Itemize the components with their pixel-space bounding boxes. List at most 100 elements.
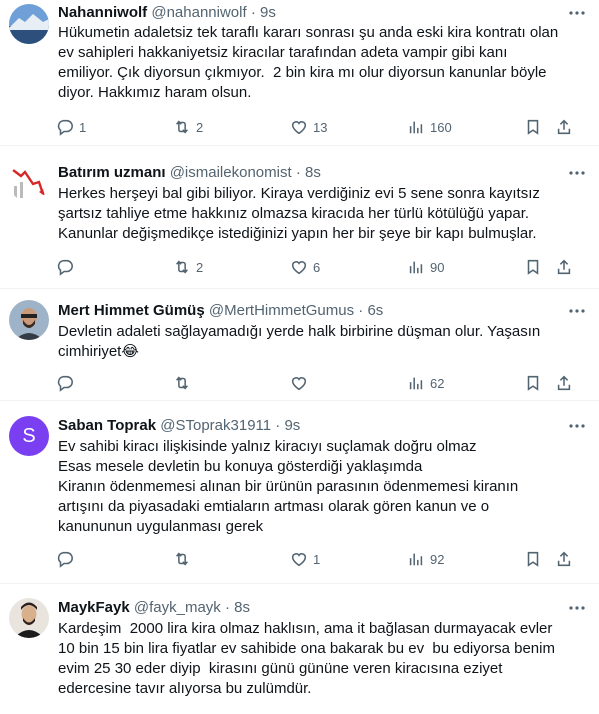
timestamp[interactable]: 9s	[260, 4, 276, 21]
views-icon	[409, 553, 423, 566]
avatar[interactable]	[9, 162, 49, 202]
bookmark-button[interactable]	[524, 257, 542, 277]
author-handle[interactable]: @ismailekonomist	[170, 164, 292, 181]
reply-icon	[57, 119, 73, 136]
tweet[interactable]: Mert Himmet Gümüş @MertHimmetGumus · 6s …	[0, 289, 599, 401]
share-button[interactable]	[555, 549, 573, 569]
views-count: 62	[430, 375, 445, 391]
share-icon	[557, 259, 571, 275]
tweet-text: Hükumetin adaletsiz tek taraflı kararı s…	[58, 24, 559, 101]
bookmark-icon	[527, 551, 539, 567]
tweet-text: Ev sahibi kiracı ilişkisinde yalnız kira…	[58, 438, 519, 535]
retweet-button[interactable]	[173, 373, 196, 393]
retweet-icon	[176, 120, 188, 134]
more-icon[interactable]	[567, 301, 587, 321]
author-name[interactable]: Mert Himmet Gümüş	[58, 302, 205, 319]
share-button[interactable]	[555, 257, 573, 277]
timestamp[interactable]: 8s	[305, 164, 321, 181]
separator-dot: ·	[224, 599, 230, 616]
timeline-feed: Nahanniwolf @nahanniwolf · 9s Hükumetin …	[0, 0, 599, 714]
reply-button[interactable]	[56, 257, 79, 277]
action-bar: 1 92	[50, 549, 585, 569]
retweet-count: 2	[196, 119, 204, 135]
like-count: 13	[313, 119, 328, 135]
like-button[interactable]	[290, 373, 313, 393]
author-name[interactable]: Batırım uzmanı	[58, 164, 166, 181]
share-icon	[557, 375, 571, 391]
retweet-icon	[176, 260, 188, 274]
views-count: 92	[430, 551, 445, 567]
bookmark-icon	[527, 119, 539, 135]
tweet[interactable]: S Saban Toprak @SToprak31911 · 9s Ev sah…	[0, 401, 599, 584]
bookmark-icon	[527, 259, 539, 275]
retweet-icon	[176, 376, 188, 390]
views-icon	[409, 261, 423, 274]
views-button[interactable]: 62	[407, 373, 444, 393]
reply-button[interactable]	[56, 373, 79, 393]
avatar[interactable]	[9, 4, 49, 44]
separator-dot: ·	[358, 302, 364, 319]
more-icon[interactable]	[567, 416, 587, 436]
action-bar: 1 2 13 160	[50, 117, 585, 137]
views-icon	[409, 121, 423, 134]
views-button[interactable]: 160	[407, 117, 452, 137]
retweet-button[interactable]	[173, 549, 196, 569]
avatar[interactable]	[9, 300, 49, 340]
author-handle[interactable]: @MertHimmetGumus	[209, 302, 354, 319]
share-icon	[557, 551, 571, 567]
avatar[interactable]	[9, 598, 49, 638]
author-name[interactable]: MaykFayk	[58, 599, 130, 616]
like-icon	[291, 377, 307, 391]
action-bar: 62	[50, 373, 585, 393]
like-icon	[291, 553, 307, 567]
like-icon	[291, 121, 307, 135]
tweet-text: Herkes herşeyi bal gibi biliyor. Kiraya …	[58, 185, 540, 242]
share-icon	[557, 119, 571, 135]
reply-icon	[57, 375, 73, 392]
separator-dot: ·	[250, 4, 256, 21]
timestamp[interactable]: 8s	[234, 599, 250, 616]
reply-icon	[57, 551, 73, 568]
avatar-letter: S	[22, 424, 36, 447]
author-name[interactable]: Nahanniwolf	[58, 4, 147, 21]
retweet-button[interactable]: 2	[173, 117, 203, 137]
bookmark-button[interactable]	[524, 549, 542, 569]
views-count: 90	[430, 259, 445, 275]
like-button[interactable]: 1	[290, 549, 320, 569]
like-button[interactable]: 13	[290, 117, 327, 137]
timestamp[interactable]: 9s	[284, 417, 300, 434]
author-handle[interactable]: @fayk_mayk	[134, 599, 221, 616]
separator-dot: ·	[275, 417, 281, 434]
like-button[interactable]: 6	[290, 257, 320, 277]
share-button[interactable]	[555, 117, 573, 137]
views-button[interactable]: 92	[407, 549, 444, 569]
reply-icon	[57, 259, 73, 276]
tweet[interactable]: MaykFayk @fayk_mayk · 8s Kardeşim 2000 l…	[0, 584, 599, 714]
reply-button[interactable]	[56, 549, 79, 569]
more-icon[interactable]	[567, 598, 587, 618]
author-name[interactable]: Saban Toprak	[58, 417, 156, 434]
retweet-icon	[176, 552, 188, 566]
action-bar: 2 6 90	[50, 257, 585, 277]
more-icon[interactable]	[567, 3, 587, 23]
retweet-button[interactable]: 2	[173, 257, 203, 277]
views-button[interactable]: 90	[407, 257, 444, 277]
tweet[interactable]: Nahanniwolf @nahanniwolf · 9s Hükumetin …	[0, 0, 599, 146]
separator-dot: ·	[295, 164, 301, 181]
timestamp[interactable]: 6s	[367, 302, 383, 319]
bookmark-button[interactable]	[524, 373, 542, 393]
tweet[interactable]: Batırım uzmanı @ismailekonomist · 8s Her…	[0, 146, 599, 289]
like-count: 6	[313, 259, 321, 275]
avatar[interactable]: S	[9, 416, 49, 456]
share-button[interactable]	[555, 373, 573, 393]
bookmark-icon	[527, 375, 539, 391]
tweet-text: Kardeşim 2000 lira kira olmaz haklısın, …	[58, 620, 555, 697]
more-icon[interactable]	[567, 163, 587, 183]
views-count: 160	[430, 119, 452, 135]
author-handle[interactable]: @SToprak31911	[160, 417, 271, 434]
reply-button[interactable]: 1	[56, 117, 86, 137]
bookmark-button[interactable]	[524, 117, 542, 137]
like-count: 1	[313, 551, 321, 567]
author-handle[interactable]: @nahanniwolf	[151, 4, 246, 21]
views-icon	[409, 377, 423, 390]
